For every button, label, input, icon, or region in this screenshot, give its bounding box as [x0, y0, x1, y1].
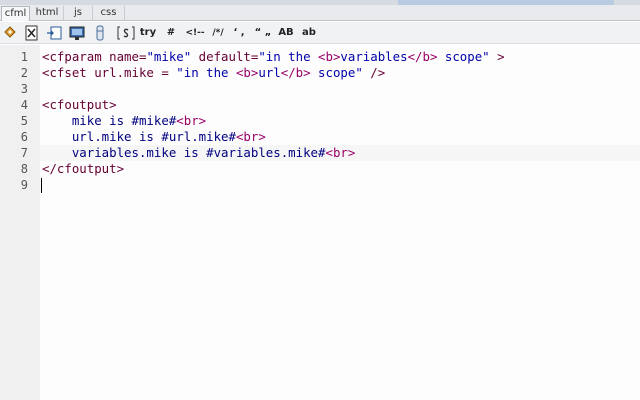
- code-line: </cfoutput>: [42, 161, 124, 177]
- lowercase-button[interactable]: ab: [300, 25, 318, 41]
- line-number: 5: [20, 114, 28, 128]
- cf-tag-token: <cfparam name=: [42, 49, 147, 64]
- cfml-toolbar: try # <!-- /*/ ‘ , “ „ AB ab: [0, 22, 640, 44]
- code-line: <cfparam name="mike" default="in the <b>…: [42, 49, 505, 65]
- cf-tag-token: <cfoutput>: [42, 97, 117, 112]
- html-tag-token: <b>: [235, 65, 259, 80]
- tab-cfml[interactable]: cfml: [1, 6, 30, 21]
- html-comment-button[interactable]: <!--: [184, 25, 206, 41]
- string-token: "in the: [258, 49, 319, 64]
- cfquery-icon[interactable]: [95, 25, 105, 41]
- language-tab-bar: cfml html js css: [0, 5, 640, 21]
- tab-html[interactable]: html: [31, 6, 64, 21]
- tab-js[interactable]: js: [64, 6, 93, 21]
- text-token: variables.mike is #variables.mike#: [42, 145, 326, 160]
- cf-tag-token: default=: [191, 49, 259, 64]
- code-line: url.mike is #url.mike#<br>: [42, 129, 266, 145]
- text-token: url.mike is #url.mike#: [42, 129, 236, 144]
- text-cursor: [41, 178, 42, 193]
- monitor-icon[interactable]: [68, 25, 86, 41]
- single-quote-button[interactable]: ‘ ,: [232, 25, 246, 41]
- tag-chooser-icon[interactable]: [2, 25, 18, 41]
- line-number: 6: [20, 130, 28, 144]
- line-number: 8: [20, 162, 28, 176]
- cfscript-icon[interactable]: [116, 25, 136, 41]
- cfmodule-icon[interactable]: [46, 25, 62, 41]
- html-tag-token: </b>: [280, 65, 311, 80]
- string-token: url: [258, 65, 281, 80]
- cf-tag-token: />: [362, 65, 386, 80]
- line-number: 2: [20, 66, 28, 80]
- hash-button[interactable]: #: [165, 25, 177, 41]
- code-line: <cfoutput>: [42, 97, 117, 113]
- cf-tag-token: </cfoutput>: [42, 161, 125, 176]
- html-tag-token: <br>: [325, 145, 356, 160]
- try-button[interactable]: try: [138, 25, 158, 41]
- string-token: "in the: [176, 65, 236, 80]
- line-number: 3: [20, 82, 28, 96]
- line-number: 1: [20, 50, 28, 64]
- html-tag-token: <br>: [176, 113, 207, 128]
- uppercase-button[interactable]: AB: [276, 25, 296, 41]
- line-number: 9: [20, 178, 28, 192]
- string-token: "mike": [146, 49, 192, 64]
- line-number: 4: [20, 98, 28, 112]
- cf-comment-button[interactable]: /*/: [208, 25, 228, 41]
- string-token: variables: [340, 49, 408, 64]
- cf-tag-token: <cfset url.mike =: [42, 65, 177, 80]
- html-tag-token: <br>: [235, 129, 266, 144]
- code-editor[interactable]: <cfparam name="mike" default="in the <b>…: [40, 45, 640, 400]
- cfml-doc-icon[interactable]: [24, 25, 40, 41]
- code-line: variables.mike is #variables.mike#<br>: [42, 145, 356, 161]
- tab-css[interactable]: css: [93, 6, 125, 21]
- cf-tag-token: >: [489, 49, 505, 64]
- string-token: scope": [437, 49, 490, 64]
- code-line: mike is #mike#<br>: [42, 113, 206, 129]
- text-token: mike is #mike#: [42, 113, 177, 128]
- html-tag-token: </b>: [407, 49, 438, 64]
- double-quote-button[interactable]: “ „: [253, 25, 273, 41]
- line-number-gutter: 1 2 3 4 5 6 7 8 9: [0, 45, 40, 400]
- html-tag-token: <b>: [318, 49, 341, 64]
- code-line: <cfset url.mike = "in the <b>url</b> sco…: [42, 65, 385, 81]
- line-number: 7: [20, 146, 28, 160]
- string-token: scope": [310, 65, 363, 80]
